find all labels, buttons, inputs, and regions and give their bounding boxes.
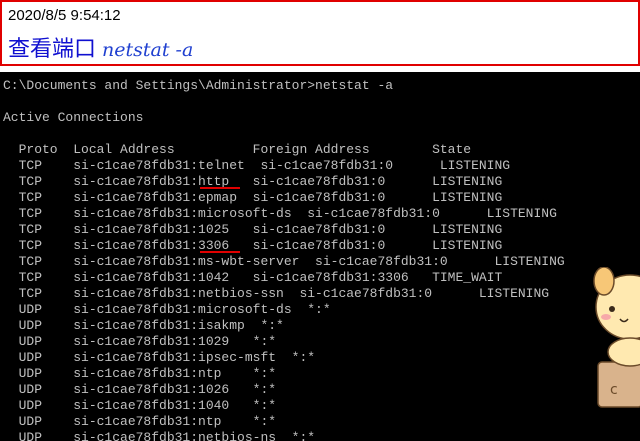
console-line: UDP si-c1cae78fdb31:ntp *:* (3, 366, 277, 381)
console-line: TCP si-c1cae78fdb31:epmap si-c1cae78fdb3… (3, 190, 503, 205)
console-line: UDP si-c1cae78fdb31:isakmp *:* (3, 318, 284, 333)
console-line: UDP si-c1cae78fdb31:ipsec-msft *:* (3, 350, 316, 365)
annotation-header: 2020/8/5 9:54:12 查看端口 netstat -a (0, 0, 640, 66)
title-chinese: 查看端口 (8, 36, 97, 61)
console-line: TCP si-c1cae78fdb31:http si-c1cae78fdb31… (3, 174, 503, 189)
http-underline (200, 187, 240, 189)
console-line: Proto Local Address Foreign Address Stat… (3, 142, 472, 157)
console-line: TCP si-c1cae78fdb31:3306 si-c1cae78fdb31… (3, 238, 503, 253)
timestamp: 2020/8/5 9:54:12 (8, 7, 121, 24)
console-line: UDP si-c1cae78fdb31:1026 *:* (3, 382, 277, 397)
console-line: TCP si-c1cae78fdb31:1025 si-c1cae78fdb31… (3, 222, 503, 237)
console-line: UDP si-c1cae78fdb31:netbios-ns *:* (3, 430, 316, 441)
svg-text:c: c (610, 382, 618, 398)
console-line: TCP si-c1cae78fdb31:ms-wbt-server si-c1c… (3, 254, 565, 269)
console-line: Active Connections (3, 110, 144, 125)
console-line: TCP si-c1cae78fdb31:1042 si-c1cae78fdb31… (3, 270, 503, 285)
console-line: UDP si-c1cae78fdb31:1029 *:* (3, 334, 277, 349)
console-line: UDP si-c1cae78fdb31:ntp *:* (3, 414, 277, 429)
port-3306-underline (200, 251, 240, 253)
console-line: TCP si-c1cae78fdb31:telnet si-c1cae78fdb… (3, 158, 511, 173)
title-command: netstat -a (102, 39, 194, 61)
console-line: TCP si-c1cae78fdb31:netbios-ssn si-c1cae… (3, 286, 550, 301)
console-line: UDP si-c1cae78fdb31:microsoft-ds *:* (3, 302, 331, 317)
console-line: UDP si-c1cae78fdb31:1040 *:* (3, 398, 277, 413)
annotation-title: 查看端口 netstat -a (8, 31, 193, 63)
console-output: C:\Documents and Settings\Administrator>… (3, 78, 565, 441)
console-line: C:\Documents and Settings\Administrator>… (3, 78, 394, 93)
command-prompt-window[interactable]: C:\Documents and Settings\Administrator>… (0, 72, 640, 441)
dog-sticker: c (593, 267, 640, 408)
console-line: TCP si-c1cae78fdb31:microsoft-ds si-c1ca… (3, 206, 557, 221)
